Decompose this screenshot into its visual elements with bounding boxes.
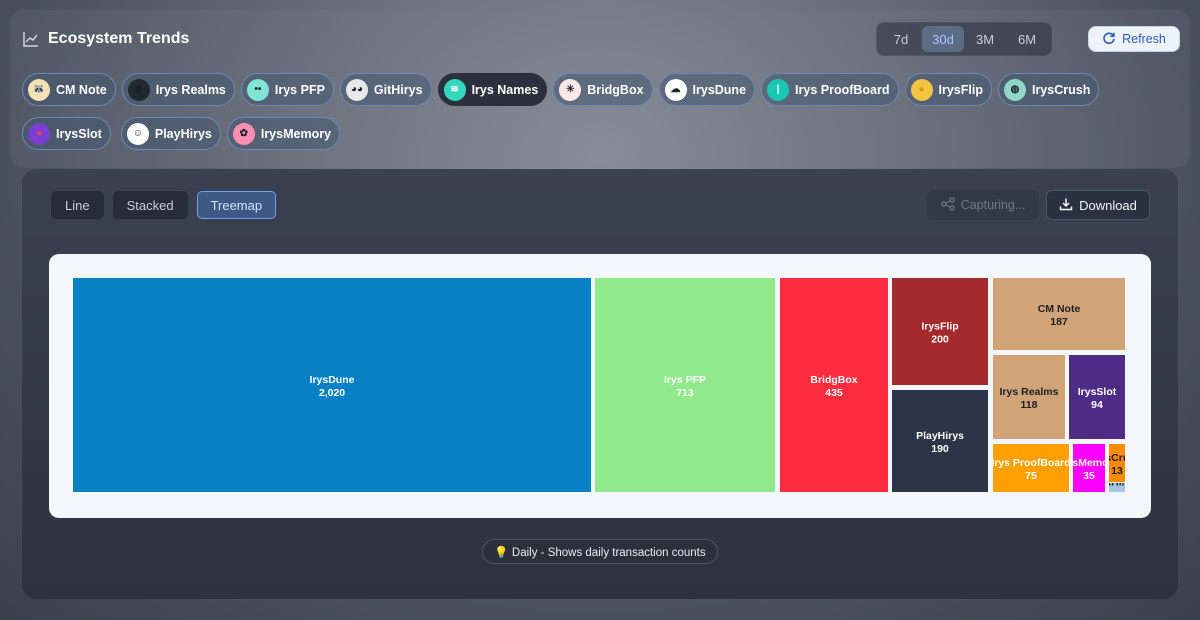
- project-chip-label: GitHirys: [373, 82, 423, 97]
- project-chip-irysslot[interactable]: ● IrysSlot: [22, 117, 111, 150]
- refresh-icon: [1102, 31, 1116, 48]
- treemap-cell-value: 187: [1050, 316, 1068, 328]
- treemap-cell-value: 190: [931, 443, 949, 455]
- treemap-card: IrysDune 2,020 Irys PFP 713 BridgBox 435 IrysF…: [49, 254, 1151, 518]
- range-3m-button[interactable]: 3M: [964, 26, 1006, 52]
- project-chip-githirys[interactable]: ◕◕ GitHirys: [339, 73, 432, 106]
- treemap-cell-value: 13: [1111, 465, 1123, 477]
- treemap-cell-name: PlayHirys: [916, 430, 964, 442]
- project-chip-irys-pfp[interactable]: •• Irys PFP: [240, 73, 334, 106]
- treemap-cell-value: 2,020: [319, 387, 345, 399]
- treemap-cell-value: 118: [1021, 399, 1038, 411]
- treemap-cell-name: Irys PFP: [664, 374, 706, 386]
- project-chip-bridgbox[interactable]: ✳ BridgBox: [553, 73, 653, 106]
- time-range-selector: 7d 30d 3M 6M: [876, 22, 1052, 56]
- project-chip-label: PlayHirys: [154, 126, 212, 141]
- proof-icon: |: [767, 78, 790, 101]
- project-chip-playhirys[interactable]: ☺ PlayHirys: [120, 117, 221, 150]
- project-chip-label: IrysSlot: [56, 126, 102, 141]
- project-chip-label: IrysFlip: [938, 82, 983, 97]
- cloud-icon: ☁: [664, 78, 687, 101]
- view-tabs: Line Stacked Treemap: [51, 191, 277, 219]
- project-chip-iryscrush[interactable]: ◍ IrysCrush: [997, 73, 1100, 106]
- line-chart-icon: [22, 30, 40, 48]
- crush-icon: ◍: [1003, 78, 1026, 101]
- project-chip-label: IrysCrush: [1031, 82, 1091, 97]
- treemap-cell-name: IrysFlip: [921, 321, 958, 333]
- brain-icon: ✿: [232, 122, 255, 145]
- treemap-cell-name: Irys ProofBoard: [991, 457, 1070, 469]
- chart-panel: Line Stacked Treemap Capturing... Downlo…: [22, 169, 1178, 599]
- project-filter-chips: 🦝 CM Note ◉ Irys Realms •• Irys PFP ◕◕ GitHirys…: [22, 73, 1112, 150]
- coin-icon: ●: [910, 78, 933, 101]
- bridge-box-icon: ✳: [559, 78, 582, 101]
- treemap-cell-name: Irys Realms: [1000, 386, 1059, 398]
- ghost-icon: ☺: [126, 122, 149, 145]
- treemap-cell-name: BridgBox: [810, 374, 857, 386]
- treemap-cell-value: 75: [1025, 470, 1037, 482]
- refresh-button[interactable]: Refresh: [1088, 26, 1180, 52]
- range-30d-button[interactable]: 30d: [922, 26, 964, 52]
- treemap-cell-name: IrysSlot: [1078, 386, 1117, 398]
- capture-label: Capturing...: [960, 198, 1026, 212]
- mint-face-icon: ••: [246, 78, 269, 101]
- project-chip-irys-realms[interactable]: ◉ Irys Realms: [121, 73, 235, 106]
- hint-badge: 💡 Daily - Shows daily transaction counts: [482, 539, 718, 564]
- project-chip-irys-names[interactable]: ≋ Irys Names: [437, 73, 548, 106]
- project-chip-irysflip[interactable]: ● IrysFlip: [904, 73, 992, 106]
- panda-icon: ◕◕: [345, 78, 368, 101]
- project-chip-label: Irys PFP: [274, 82, 325, 97]
- irys-logo-icon: ≋: [443, 78, 466, 101]
- treemap-cell-value: 94: [1091, 399, 1103, 411]
- capture-button[interactable]: Capturing...: [927, 190, 1039, 220]
- project-chip-label: CM Note: [56, 82, 107, 97]
- project-chip-label: IrysDune: [692, 82, 747, 97]
- page-title: Ecosystem Trends: [48, 30, 190, 47]
- range-7d-button[interactable]: 7d: [880, 26, 922, 52]
- project-chip-label: IrysMemory: [260, 126, 332, 141]
- treemap-cell-value: 35: [1083, 470, 1095, 482]
- header: Ecosystem Trends 7d 30d 3M 6M Refresh: [22, 22, 1180, 56]
- treemap-cell-value: 713: [676, 387, 694, 399]
- tab-treemap[interactable]: Treemap: [196, 191, 277, 219]
- project-chip-label: Irys ProofBoard: [795, 82, 890, 97]
- project-chip-irysmemory[interactable]: ✿ IrysMemory: [226, 117, 341, 150]
- portal-icon: ◉: [127, 78, 150, 101]
- tab-line[interactable]: Line: [51, 191, 104, 219]
- treemap-cell-name: IrysDune: [310, 374, 355, 386]
- tab-stacked[interactable]: Stacked: [112, 191, 188, 219]
- project-chip-irys-proofboard[interactable]: | Irys ProofBoard: [761, 73, 899, 106]
- project-chip-label: Irys Realms: [155, 82, 226, 97]
- slot-icon: ●: [28, 122, 50, 145]
- project-chip-label: BridgBox: [587, 82, 644, 97]
- project-chip-cm-note[interactable]: 🦝 CM Note: [22, 73, 116, 106]
- download-button[interactable]: Download: [1046, 190, 1150, 220]
- project-chip-irysdune[interactable]: ☁ IrysDune: [658, 73, 756, 106]
- refresh-label: Refresh: [1122, 32, 1166, 46]
- treemap-cell-value: 200: [931, 334, 949, 346]
- project-chip-label: Irys Names: [471, 82, 539, 97]
- treemap-chart: IrysDune2,020 Irys PFP713 BridgBox435 IrysF…: [73, 278, 1125, 492]
- treemap-cell-value: 435: [825, 387, 843, 399]
- range-6m-button[interactable]: 6M: [1006, 26, 1048, 52]
- raccoon-avatar-icon: 🦝: [28, 78, 50, 101]
- download-label: Download: [1079, 197, 1137, 213]
- download-icon: [1059, 197, 1073, 214]
- treemap-cell-name: CM Note: [1038, 303, 1081, 315]
- share-icon: [941, 196, 955, 214]
